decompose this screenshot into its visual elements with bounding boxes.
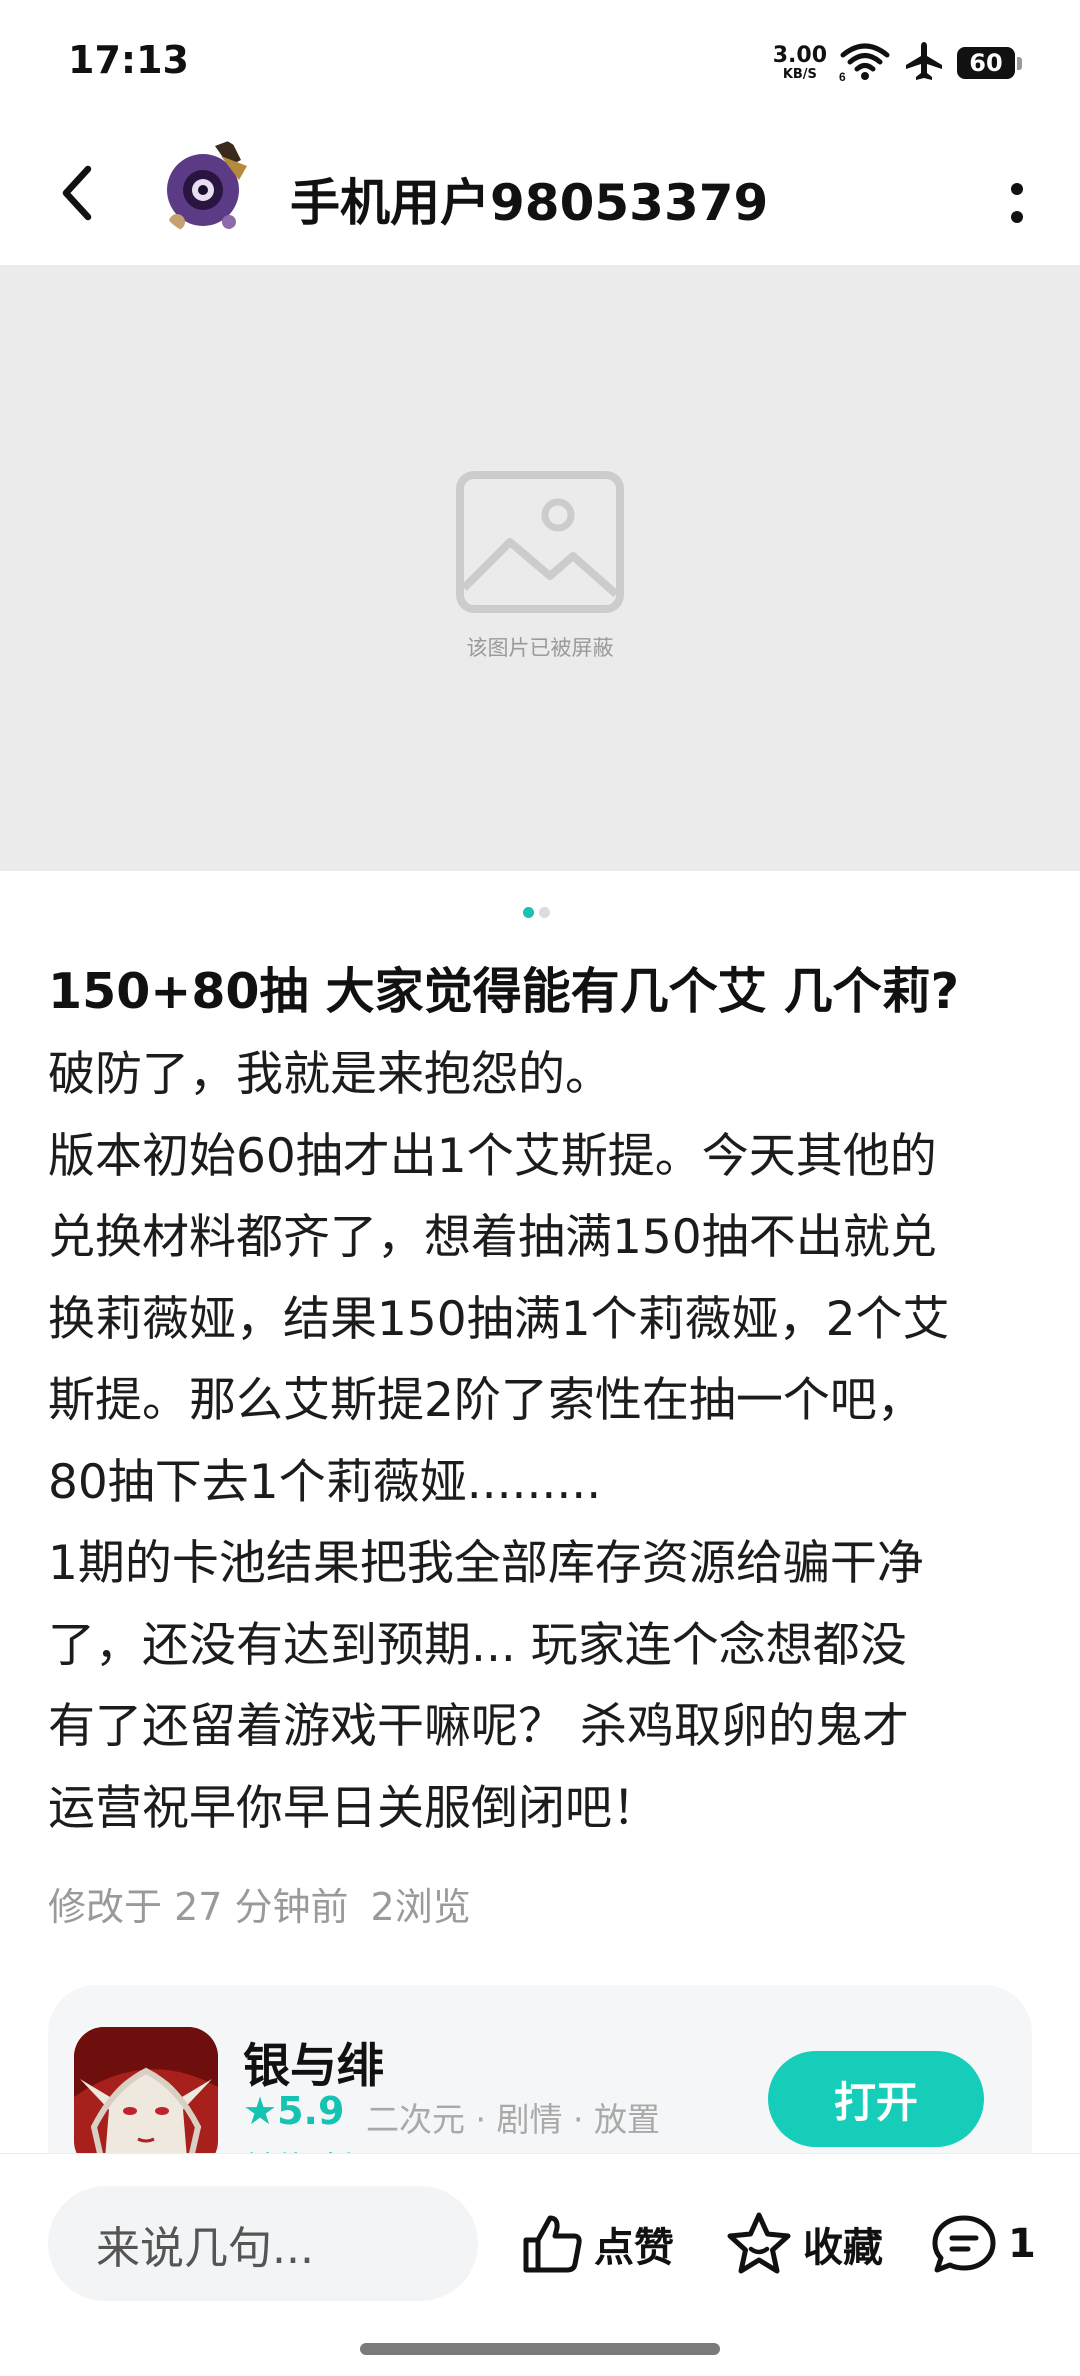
airplane-icon: [903, 40, 945, 86]
network-speed-unit: KB/S: [782, 67, 817, 82]
post-header: 手机用户98053379: [0, 125, 1080, 265]
post-modified-time: 修改于 27 分钟前: [48, 1885, 349, 1929]
image-placeholder-icon: [456, 471, 624, 613]
wifi-icon: 6: [839, 41, 891, 85]
avatar[interactable]: [155, 136, 255, 236]
star-icon: [727, 2212, 791, 2274]
status-time: 17:13: [68, 38, 189, 82]
post-body-line: 1期的卡池结果把我全部库存资源给骗干净: [48, 1536, 924, 1591]
post-body-line: 破防了，我就是来抱怨的。: [48, 1047, 612, 1102]
blocked-image-text: 该图片已被屏蔽: [466, 636, 614, 660]
post-body-line: 有了还留着游戏干嘛呢？ 杀鸡取卵的鬼才: [48, 1699, 909, 1754]
post-body-line: 了，还没有达到预期... 玩家连个念想都没: [48, 1617, 907, 1673]
post-detail-screen: 17:13 3.00 KB/S 6 60 手机用户98053379 该图片已被屏…: [0, 0, 1080, 2376]
post-image-carousel[interactable]: 该图片已被屏蔽: [0, 265, 1080, 871]
favorite-label: 收藏: [803, 2225, 883, 2271]
post-body-line: 版本初始60抽才出1个艾斯提。今天其他的: [48, 1128, 937, 1184]
comment-input[interactable]: 来说几句...: [48, 2186, 478, 2301]
post-body-line: 80抽下去1个莉薇娅.........: [48, 1454, 602, 1510]
comments-button[interactable]: 1: [930, 2206, 1036, 2282]
game-icon[interactable]: [74, 2027, 218, 2171]
game-tags: 二次元 · 剧情 · 放置: [366, 2100, 660, 2139]
post-body-line: 运营祝早你早日关服倒闭吧！: [48, 1780, 659, 1836]
status-icons: 3.00 KB/S 6 60: [773, 38, 1022, 88]
thumbs-up-icon: [523, 2215, 582, 2273]
carousel-dot: [539, 907, 550, 918]
carousel-dot-active: [523, 907, 534, 918]
post-view-count: 2浏览: [370, 1885, 471, 1929]
home-indicator[interactable]: [360, 2343, 720, 2355]
back-arrow-icon: [62, 165, 92, 221]
comment-count: 1: [1008, 2221, 1036, 2267]
post-title: 150+80抽 大家觉得能有几个艾 几个莉?: [48, 963, 960, 1020]
comment-placeholder: 来说几句...: [96, 2222, 314, 2274]
network-speed: 3.00 KB/S: [772, 43, 827, 82]
open-game-button[interactable]: 打开: [768, 2051, 984, 2147]
back-button[interactable]: [48, 153, 108, 233]
post-body-line: 斯提。那么艾斯提2阶了索性在抽一个吧，: [48, 1373, 924, 1428]
post-body-line: 换莉薇娅，结果150抽满1个莉薇娅，2个艾: [48, 1291, 950, 1347]
battery-level: 60: [957, 47, 1015, 79]
like-button[interactable]: 点赞: [520, 2206, 674, 2282]
favorite-button[interactable]: 收藏: [725, 2206, 883, 2282]
carousel-indicator: [523, 907, 550, 918]
username[interactable]: 手机用户98053379: [290, 163, 768, 235]
like-label: 点赞: [594, 2225, 674, 2271]
battery-icon: 60: [957, 47, 1022, 79]
blocked-image-placeholder: 该图片已被屏蔽: [455, 470, 625, 662]
post-body-line: 兑换材料都齐了，想着抽满150抽不出就兑: [48, 1210, 937, 1265]
post-meta: 修改于 27 分钟前 2浏览: [48, 1876, 471, 1931]
status-bar: 17:13 3.00 KB/S 6 60: [0, 0, 1080, 125]
post-body: 破防了，我就是来抱怨的。 版本初始60抽才出1个艾斯提。今天其他的 兑换材料都齐…: [48, 1034, 1038, 1849]
comment-icon: [932, 2215, 996, 2273]
network-speed-value: 3.00: [772, 43, 827, 68]
game-name: 银与绯: [243, 2039, 384, 2094]
more-vertical-icon: [1011, 183, 1023, 223]
game-rating: ★5.9: [243, 2089, 345, 2133]
svg-text:6: 6: [839, 70, 846, 81]
bottom-action-bar: 来说几句... 点赞 收藏 1: [0, 2153, 1080, 2376]
more-options-button[interactable]: [992, 163, 1042, 243]
